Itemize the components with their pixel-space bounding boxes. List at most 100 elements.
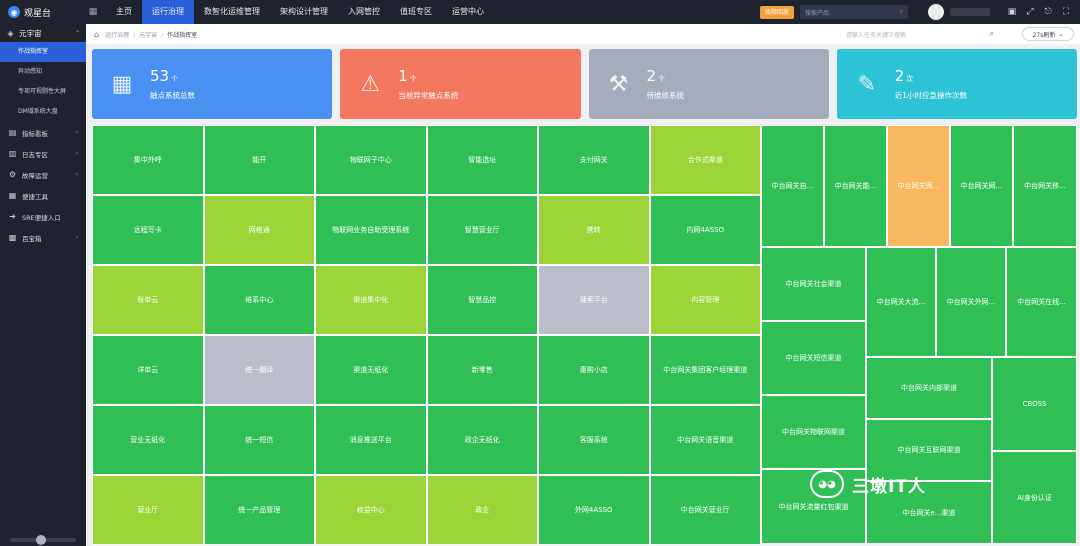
treemap-tile[interactable]: 中台网关社会渠道 — [761, 247, 866, 321]
app-grid-icon[interactable]: ▦ — [86, 7, 100, 17]
treemap-tile[interactable]: 中台网关网... — [950, 125, 1013, 247]
treemap-tile[interactable]: 权益中心 — [315, 475, 427, 545]
brand[interactable]: ◉ 观星台 — [0, 0, 86, 24]
nav-item-6[interactable]: 运营中心 — [442, 0, 494, 24]
treemap-tile[interactable]: 网格通 — [203, 195, 315, 265]
nav-item-2[interactable]: 数智化运维管理 — [194, 0, 270, 24]
treemap-tile[interactable]: 携转 — [538, 195, 650, 265]
treemap-tile[interactable]: 中台网关语音渠道 — [649, 405, 761, 475]
treemap-tile[interactable]: 惠购小店 — [538, 335, 650, 405]
sidebar-sub-item[interactable]: DM域系统大盘 — [0, 102, 86, 122]
home-icon[interactable]: ⌂ — [94, 30, 99, 39]
sidebar-group-metaverse[interactable]: ◈ 元宇宙 ⌃ — [0, 24, 86, 42]
treemap-tile[interactable]: 内网4ASSO — [649, 195, 761, 265]
treemap-tile[interactable]: 中台网关物联网渠道 — [761, 395, 866, 469]
treemap-tile[interactable]: 渠道无纸化 — [315, 335, 427, 405]
treemap-tile[interactable]: 智慧品控 — [426, 265, 538, 335]
treemap-tile[interactable]: 能开 — [203, 125, 315, 195]
treemap-tile[interactable]: 营业无纸化 — [92, 405, 204, 475]
treemap-tile[interactable]: 中台网关外网... — [936, 247, 1006, 357]
treemap-tile[interactable]: 中台网关移... — [1013, 125, 1077, 247]
treemap-tile[interactable]: 中台网关在线... — [1006, 247, 1077, 357]
search-icon[interactable]: ⌕ — [990, 29, 994, 39]
sidebar-item[interactable]: ⚙ 故障运营 › — [0, 164, 86, 185]
brand-logo-icon: ◉ — [8, 6, 20, 18]
treemap-tile[interactable]: 中台网关内部渠道 — [866, 357, 992, 419]
treemap-tile[interactable]: 统一产品管理 — [203, 475, 315, 545]
stat-unit: 次 — [906, 74, 914, 83]
treemap-tile[interactable]: 中台网关网... — [887, 125, 950, 247]
stat-number: 1个 — [398, 67, 458, 88]
treemap-tile[interactable]: 中台网关营业厅 — [649, 475, 761, 545]
treemap-tile[interactable]: 中台网关能... — [824, 125, 887, 247]
sidebar-sub-item[interactable]: 专项可视剔性大屏 — [0, 82, 86, 102]
treemap-tile[interactable]: 客服系统 — [538, 405, 650, 475]
nav-item-5[interactable]: 值班专区 — [390, 0, 442, 24]
treemap-tile[interactable]: 中台网关大流... — [866, 247, 936, 357]
stat-card[interactable]: ⚠ 1 个当前异常触点系统 — [340, 49, 581, 119]
brand-name: 观星台 — [24, 8, 52, 19]
treemap-tile[interactable]: 统一翻译 — [203, 335, 315, 405]
treemap-tile[interactable]: 内容管理 — [649, 265, 761, 335]
sidebar-item[interactable]: ▤ 指标看板 › — [0, 122, 86, 143]
stat-card[interactable]: ⚒ 2 个待维修系统 — [588, 49, 829, 119]
sidebar-item[interactable]: ➜ SRE便捷入口 — [0, 206, 86, 227]
treemap-tile[interactable]: 维系中心 — [203, 265, 315, 335]
treemap-tile[interactable]: 远程写卡 — [92, 195, 204, 265]
task-search-input[interactable]: 请输入任务关键字搜索 ⌕ — [846, 28, 996, 40]
breadcrumb-item[interactable]: 元宇宙 — [139, 32, 157, 39]
treemap-tile[interactable]: 政企 — [426, 475, 538, 545]
treemap-tile[interactable]: 支付网关 — [538, 125, 650, 195]
product-search-input[interactable]: 搜索产品 ⌕ — [800, 5, 908, 19]
fault-replay-button[interactable]: 故障回放 — [759, 5, 794, 19]
slider-knob[interactable] — [36, 535, 46, 545]
treemap-tile[interactable]: CBOSS — [992, 357, 1077, 451]
main-nav: 主页 运行治理 数智化运维管理 架构设计管理 入网管控 值班专区 运营中心 — [106, 0, 494, 24]
treemap-tile[interactable]: 集中外呼 — [92, 125, 204, 195]
treemap-tile[interactable]: 智能选址 — [426, 125, 538, 195]
tool-icon: ▦ — [8, 191, 17, 200]
treemap-tile[interactable]: 智慧营业厅 — [426, 195, 538, 265]
avatar[interactable] — [928, 4, 944, 20]
chevron-up-icon: ⌃ — [74, 29, 80, 37]
expand-icon[interactable]: ⛶ — [1060, 7, 1072, 17]
log-icon: ▥ — [8, 149, 17, 158]
treemap-tile[interactable]: 营业厅 — [92, 475, 204, 545]
treemap-tile[interactable]: 渠道集中化 — [315, 265, 427, 335]
breadcrumb-item[interactable]: 运行治理 — [105, 32, 129, 39]
nav-item-4[interactable]: 入网管控 — [338, 0, 390, 24]
treemap-tile[interactable]: 政企无纸化 — [426, 405, 538, 475]
treemap-tile[interactable]: 中台网关集团客户经理渠道 — [649, 335, 761, 405]
treemap-tile[interactable]: 外网4ASSO — [538, 475, 650, 545]
nav-item-3[interactable]: 架构设计管理 — [270, 0, 338, 24]
sidebar-item[interactable]: ▥ 日志专区 › — [0, 143, 86, 164]
stat-number: 53 个 — [150, 67, 195, 88]
logout-icon[interactable]: ⎋ — [1042, 7, 1054, 17]
sidebar-sub-item[interactable]: 作战指挥室 — [0, 42, 86, 62]
treemap-tile[interactable]: 账单云 — [92, 265, 204, 335]
treemap-tile[interactable]: 详单云 — [92, 335, 204, 405]
treemap-tile[interactable]: 搜索平台 — [538, 265, 650, 335]
refresh-select[interactable]: 27s刷新 ⌄ — [1022, 27, 1074, 41]
fullscreen-icon[interactable]: ⤢ — [1024, 7, 1036, 17]
stat-card[interactable]: ✎ 2 次近1小时应急操作次数 — [836, 49, 1077, 119]
stat-card[interactable]: ▦ 53 个触点系统总数 — [92, 49, 333, 119]
sidebar-item[interactable]: ▦ 便捷工具 — [0, 185, 86, 206]
treemap-tile[interactable]: 合作式渠道 — [649, 125, 761, 195]
nav-item-1[interactable]: 运行治理 — [142, 0, 194, 24]
treemap-tile[interactable]: 统一短信 — [203, 405, 315, 475]
grid-icon: ▦ — [111, 71, 133, 97]
sidebar-collapse-slider[interactable] — [10, 535, 76, 545]
treemap-tile[interactable]: 消息推送平台 — [315, 405, 427, 475]
treemap-tile[interactable]: 中台网关自... — [761, 125, 824, 247]
treemap-tile[interactable]: 新零售 — [426, 335, 538, 405]
treemap-tile[interactable]: 物联网业务自助受理系统 — [315, 195, 427, 265]
user-name-masked — [950, 8, 990, 16]
sidebar-item[interactable]: ▩ 百宝箱 › — [0, 227, 86, 248]
nav-item-0[interactable]: 主页 — [106, 0, 142, 24]
sidebar-sub-item[interactable]: 异动感知 — [0, 62, 86, 82]
treemap-tile[interactable]: 中台网关短信渠道 — [761, 321, 866, 395]
save-icon[interactable]: ▣ — [1006, 7, 1018, 17]
search-icon[interactable]: ⌕ — [900, 8, 903, 16]
treemap-tile[interactable]: 物联网子中心 — [315, 125, 427, 195]
